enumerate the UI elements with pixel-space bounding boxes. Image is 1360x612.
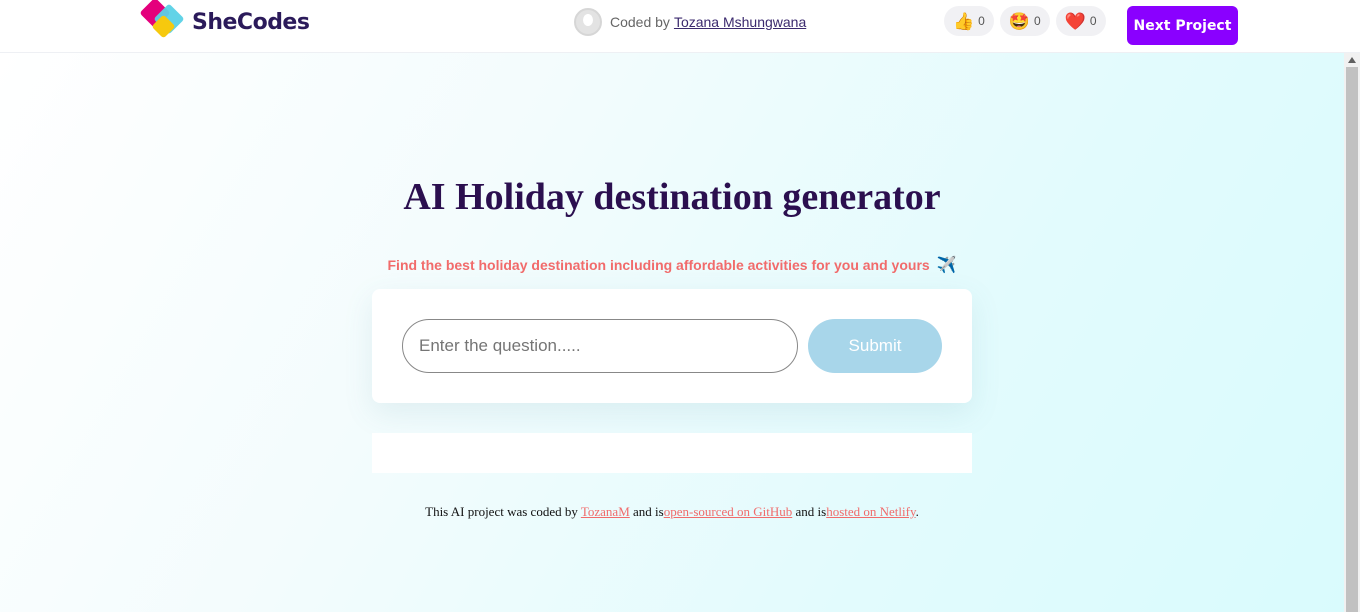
footer-suffix: . — [915, 504, 919, 519]
shecodes-logo[interactable]: SheCodes — [139, 0, 310, 45]
airplane-icon: ✈️ — [936, 257, 957, 274]
next-project-button[interactable]: Next Project — [1127, 6, 1238, 45]
star-struck-icon: 🤩 — [1008, 11, 1031, 31]
main-content: AI Holiday destination generator Find th… — [0, 53, 1344, 612]
thumbs-up-icon: 👍 — [953, 11, 975, 31]
answer-box — [372, 433, 972, 473]
footer-mid-2: and is — [792, 504, 827, 519]
subtitle-text: Find the best holiday destination includ… — [387, 257, 930, 273]
submit-button[interactable]: Submit — [808, 319, 942, 373]
coded-by-label: Coded by — [610, 14, 670, 30]
brand-name: SheCodes — [192, 10, 310, 35]
reactions: 👍 0 🤩 0 ❤️ 0 — [944, 6, 1106, 36]
vertical-scrollbar[interactable] — [1344, 53, 1360, 612]
coded-by: Coded by Tozana Mshungwana — [574, 8, 806, 36]
question-input[interactable] — [402, 319, 798, 373]
scrollbar-thumb[interactable] — [1346, 67, 1358, 612]
reaction-count: 0 — [1034, 14, 1041, 28]
reaction-heart[interactable]: ❤️ 0 — [1055, 6, 1106, 36]
page-subtitle: Find the best holiday destination includ… — [0, 255, 1344, 275]
question-form: Submit — [372, 289, 972, 403]
reaction-count: 0 — [978, 14, 985, 28]
page-title: AI Holiday destination generator — [403, 176, 941, 218]
reaction-count: 0 — [1089, 14, 1097, 28]
top-bar: SheCodes Coded by Tozana Mshungwana 👍 0 … — [0, 0, 1360, 53]
shecodes-logo-icon — [139, 0, 188, 45]
github-link[interactable]: open-sourced on GitHub — [664, 504, 793, 519]
netlify-link[interactable]: hosted on Netlify — [826, 504, 915, 519]
author-footer-link[interactable]: TozanaM — [581, 504, 630, 519]
footer-mid-1: and is — [629, 504, 664, 519]
footer: This AI project was coded by TozanaM and… — [0, 504, 1344, 520]
reaction-thumbs-up[interactable]: 👍 0 — [944, 6, 994, 36]
author-link[interactable]: Tozana Mshungwana — [674, 14, 806, 30]
reaction-star-struck[interactable]: 🤩 0 — [999, 6, 1050, 36]
avatar — [574, 8, 602, 36]
footer-prefix: This AI project was coded by — [425, 504, 581, 519]
scroll-up-arrow-icon[interactable] — [1348, 57, 1356, 63]
heart-icon: ❤️ — [1064, 11, 1086, 31]
